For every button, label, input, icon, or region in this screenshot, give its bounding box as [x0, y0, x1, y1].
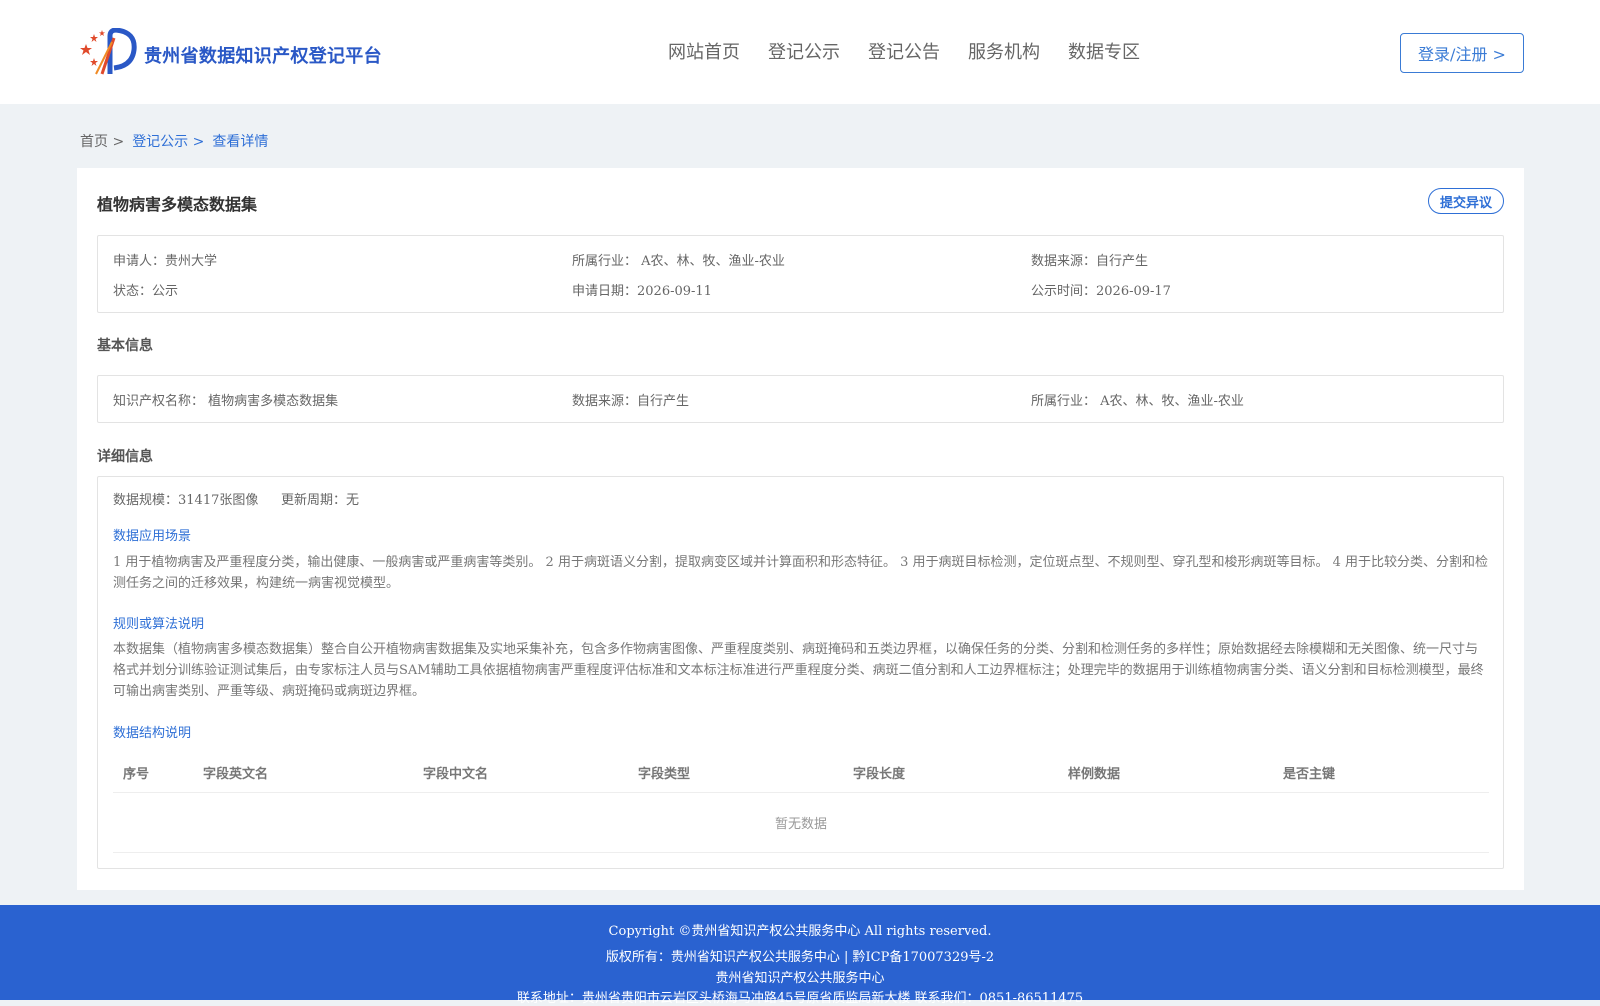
- col-field-type: 字段类型: [638, 767, 691, 782]
- detail-card: 植物病害多模态数据集 提交异议 申请人：贵州大学 所属行业： A农、林、牧、渔业…: [77, 168, 1524, 890]
- login-register-button[interactable]: 登录/注册 >: [1400, 33, 1524, 73]
- site-header: 贵州省数据知识产权登记平台 网站首页 登记公示 登记公告 服务机构 数据专区 登…: [0, 0, 1600, 104]
- rules-title: 规则或算法说明: [113, 617, 205, 632]
- data-source: 数据来源：自行产生: [1031, 254, 1149, 269]
- nav-service-agencies[interactable]: 服务机构: [968, 38, 1040, 64]
- footer-copyright: Copyright ©贵州省知识产权公共服务中心 All rights rese…: [608, 924, 992, 939]
- platform-logo-icon[interactable]: [80, 28, 138, 78]
- footer-owner[interactable]: 版权所有：贵州省知识产权公共服务中心 | 黔ICP备17007329号-2: [0, 946, 1600, 965]
- apply-date: 申请日期：2026-09-11: [572, 284, 712, 299]
- structure-table-header: 序号 字段英文名 字段中文名 字段类型 字段长度 样例数据 是否主键: [113, 749, 1489, 793]
- basic-info-panel: 知识产权名称： 植物病害多模态数据集 数据来源：自行产生 所属行业： A农、林、…: [97, 375, 1504, 423]
- platform-name[interactable]: 贵州省数据知识产权登记平台: [144, 42, 382, 68]
- basic-info-heading: 基本信息: [97, 338, 153, 354]
- detail-info-panel: 数据规模：31417张图像 更新周期：无 数据应用场景 1 用于植物病害及严重程…: [97, 476, 1504, 869]
- publish-date: 公示时间：2026-09-17: [1031, 284, 1171, 299]
- nav-registration-announcement[interactable]: 登记公告: [868, 38, 940, 64]
- basic-data-source: 数据来源：自行产生: [572, 394, 690, 409]
- record-title: 植物病害多模态数据集: [97, 195, 258, 214]
- detail-info-heading: 详细信息: [97, 449, 153, 465]
- ip-name: 知识产权名称： 植物病害多模态数据集: [113, 394, 339, 409]
- col-field-cn: 字段中文名: [423, 767, 489, 782]
- col-primary-key: 是否主键: [1283, 767, 1336, 782]
- submit-objection-button[interactable]: 提交异议: [1428, 188, 1504, 214]
- breadcrumb: 首页 > 登记公示 > 查看详情: [80, 131, 276, 151]
- data-structure-title: 数据结构说明: [113, 726, 192, 741]
- col-index: 序号: [123, 767, 150, 782]
- rules-text: 本数据集（植物病害多模态数据集）整合自公开植物病害数据集及实地采集补充，包含多作…: [113, 642, 1484, 699]
- footer-org: 贵州省知识产权公共服务中心: [715, 971, 885, 986]
- update-cycle: 更新周期：无: [281, 493, 360, 508]
- application-scenario-text: 1 用于植物病害及严重程度分类，输出健康、一般病害或严重病害等类别。 2 用于病…: [113, 555, 1489, 591]
- col-sample: 样例数据: [1068, 767, 1121, 782]
- col-field-en: 字段英文名: [203, 767, 269, 782]
- site-footer: Copyright ©贵州省知识产权公共服务中心 All rights rese…: [0, 905, 1600, 1006]
- col-field-length: 字段长度: [853, 767, 906, 782]
- breadcrumb-registration-publicity[interactable]: 登记公示 >: [132, 131, 204, 151]
- data-scale: 数据规模：31417张图像: [113, 493, 259, 508]
- footer-address: 联系地址：贵州省贵阳市云岩区头桥海马冲路45号原省质监局新大楼 联系我们：085…: [516, 991, 1084, 1006]
- main-nav: 网站首页 登记公示 登记公告 服务机构 数据专区: [668, 38, 1168, 64]
- table-empty-state: 暂无数据: [113, 793, 1489, 853]
- basic-industry: 所属行业： A农、林、牧、渔业-农业: [1031, 394, 1244, 409]
- breadcrumb-current: 查看详情: [212, 134, 269, 150]
- summary-panel: 申请人：贵州大学 所属行业： A农、林、牧、渔业-农业 数据来源：自行产生 状态…: [97, 235, 1504, 313]
- application-scenario-title: 数据应用场景: [113, 529, 192, 544]
- nav-registration-publicity[interactable]: 登记公示: [768, 38, 840, 64]
- nav-data-zone[interactable]: 数据专区: [1068, 38, 1140, 64]
- breadcrumb-home[interactable]: 首页 >: [80, 131, 124, 151]
- industry: 所属行业： A农、林、牧、渔业-农业: [572, 254, 785, 269]
- applicant: 申请人：贵州大学: [113, 254, 218, 269]
- status: 状态：公示: [113, 284, 179, 299]
- nav-home[interactable]: 网站首页: [668, 38, 740, 64]
